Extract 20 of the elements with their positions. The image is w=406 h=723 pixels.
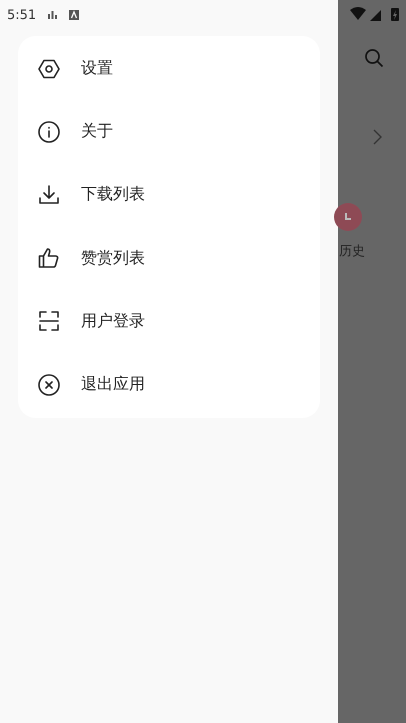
signal-icons (350, 6, 400, 22)
clock-icon (334, 203, 362, 231)
menu-item[interactable]: 下载列表 (18, 163, 320, 227)
scan-icon (37, 309, 61, 334)
bars-icon (48, 11, 58, 19)
chevron-right-icon[interactable] (372, 129, 382, 145)
menu-item[interactable]: 关于 (18, 100, 320, 164)
thumbs-up-icon (37, 246, 61, 270)
menu-item[interactable]: 赞赏列表 (18, 226, 320, 290)
download-icon (37, 182, 61, 207)
close-circle-icon (37, 372, 61, 397)
menu-item[interactable]: 设置 (18, 37, 320, 100)
info-icon (37, 120, 61, 144)
menu-item[interactable]: 退出应用 (18, 352, 320, 416)
status-time: 5:51 (7, 8, 36, 22)
menu-item[interactable]: 用户登录 (18, 290, 320, 353)
notification-icon (69, 10, 80, 20)
settings-icon (37, 56, 61, 81)
search-icon[interactable] (364, 48, 384, 68)
shortcut-label: 历史 (339, 243, 365, 260)
